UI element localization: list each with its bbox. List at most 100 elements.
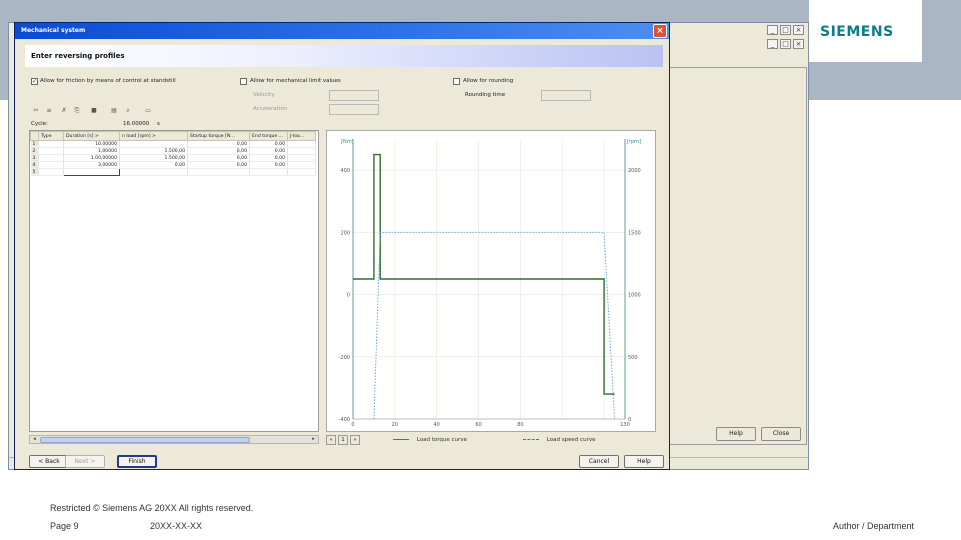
duration-cell[interactable]: 1.00,00000 — [63, 154, 120, 162]
inertia-cell[interactable] — [287, 147, 316, 155]
scrollbar-thumb[interactable] — [40, 437, 250, 443]
mechanical-limits-checkbox[interactable] — [240, 78, 247, 85]
end-torque-cell[interactable] — [249, 168, 288, 176]
scroll-left-icon[interactable]: ◂ — [30, 436, 39, 443]
print-icon[interactable]: ▭ — [143, 106, 153, 115]
speed-cell[interactable]: 1.500,00 — [119, 147, 188, 155]
help-button[interactable]: Help — [624, 455, 664, 468]
left-axis-label: [Nm] — [341, 139, 354, 145]
table-row[interactable]: 5 — [30, 168, 316, 176]
duration-cell[interactable]: 10,00000 — [63, 140, 120, 148]
acceleration-label: Acceleration — [253, 106, 288, 112]
load-speed-curve — [373, 231, 615, 420]
column-header[interactable]: n load [rpm] > — [119, 131, 188, 141]
inertia-cell[interactable] — [287, 140, 316, 148]
row-index: 4 — [30, 161, 39, 169]
duration-cell-active[interactable] — [63, 168, 120, 176]
save-icon[interactable]: ■ — [89, 106, 99, 115]
type-cell[interactable] — [38, 140, 64, 148]
table-row[interactable]: 2 1,00000 1.500,00 0,00 0,00 — [30, 147, 316, 155]
right-axis-label: [rpm] — [627, 139, 641, 145]
left-tick-label: -200 — [339, 355, 350, 361]
legend-speed-label: Load speed curve — [546, 437, 596, 443]
duration-cell[interactable]: 3,00000 — [63, 161, 120, 169]
acceleration-field[interactable] — [329, 104, 379, 115]
table-row[interactable]: 3 1.00,00000 1.500,00 0,00 0,00 — [30, 154, 316, 162]
table-row[interactable]: 4 3,00000 0,00 0,00 0,00 — [30, 161, 316, 169]
right-tick-label: 1500 — [628, 230, 641, 236]
velocity-field[interactable] — [329, 90, 379, 101]
table-header-row: Type Duration [s] > n load [rpm] > Start… — [30, 131, 316, 141]
close-icon[interactable]: × — [793, 25, 804, 35]
cancel-button[interactable]: Cancel — [579, 455, 619, 468]
scroll-right-icon[interactable]: ▸ — [309, 436, 318, 443]
background-help-button[interactable]: Help — [716, 427, 756, 441]
type-cell[interactable] — [38, 161, 64, 169]
column-header[interactable]: J-loa... — [287, 131, 316, 141]
table-horizontal-scrollbar[interactable]: ◂ ▸ — [29, 435, 319, 444]
inertia-cell[interactable] — [287, 161, 316, 169]
column-header[interactable]: End torque ... — [249, 131, 288, 141]
end-torque-cell[interactable]: 0,00 — [249, 154, 288, 162]
right-tick-label: 500 — [628, 355, 638, 361]
x-tick-label: 130 — [620, 422, 630, 428]
prev-page-button[interactable]: « — [326, 435, 336, 445]
child-window-controls: _ □ × — [767, 39, 804, 49]
start-torque-cell[interactable]: 0,00 — [187, 161, 250, 169]
friction-label: Allow for friction by means of control a… — [40, 78, 176, 84]
cut-icon[interactable]: ✂ — [31, 106, 41, 115]
friction-checkbox[interactable]: ✓ — [31, 78, 38, 85]
speed-cell[interactable] — [119, 140, 188, 148]
next-button[interactable]: Next > — [65, 455, 105, 468]
column-header[interactable]: Startup torque [N... — [187, 131, 250, 141]
minimize-icon[interactable]: _ — [767, 25, 778, 35]
back-button[interactable]: < Back — [29, 455, 69, 468]
start-torque-cell[interactable]: 0,00 — [187, 147, 250, 155]
left-tick-label: 400 — [340, 168, 350, 174]
insert-row-icon[interactable]: ≡ — [44, 106, 54, 115]
paste-icon[interactable]: ⎘ — [72, 106, 82, 115]
end-torque-cell[interactable]: 0,00 — [249, 161, 288, 169]
speed-cell[interactable]: 1.500,00 — [119, 154, 188, 162]
profile-chart: [Nm] [rpm] 400 200 0 -200 -400 2000 1500 1000 500 0… — [326, 130, 656, 432]
row-index: 2 — [30, 147, 39, 155]
import-icon[interactable]: ▤ — [109, 106, 119, 115]
page-number[interactable]: 1 — [338, 435, 348, 445]
start-torque-cell[interactable] — [187, 168, 250, 176]
maximize-icon[interactable]: □ — [780, 25, 791, 35]
start-torque-cell[interactable]: 0,00 — [187, 154, 250, 162]
delete-row-icon[interactable]: ✗ — [59, 106, 69, 115]
minimize-icon[interactable]: _ — [767, 39, 778, 49]
finish-button[interactable]: Finish — [117, 455, 157, 468]
type-cell[interactable] — [38, 168, 64, 176]
close-icon[interactable]: × — [793, 39, 804, 49]
column-header[interactable]: Type — [38, 131, 64, 141]
legend-solid-line — [393, 439, 409, 440]
column-header[interactable]: Duration [s] > — [63, 131, 120, 141]
load-torque-curve — [353, 153, 615, 395]
speed-cell[interactable] — [119, 168, 188, 176]
close-icon[interactable]: × — [653, 24, 667, 38]
zoom-icon[interactable]: ⌕ — [123, 106, 133, 115]
table-row[interactable]: 1 10,00000 0,00 0,00 — [30, 140, 316, 148]
profile-table: Type Duration [s] > n load [rpm] > Start… — [29, 130, 319, 432]
x-tick-label: 40 — [434, 422, 440, 428]
inertia-cell[interactable] — [287, 154, 316, 162]
type-cell[interactable] — [38, 154, 64, 162]
next-page-button[interactable]: » — [350, 435, 360, 445]
background-close-button[interactable]: Close — [761, 427, 801, 441]
type-cell[interactable] — [38, 147, 64, 155]
end-torque-cell[interactable]: 0,00 — [249, 140, 288, 148]
cycle-value: 16.00000 — [123, 121, 150, 127]
velocity-label: Velocity — [253, 92, 275, 98]
end-torque-cell[interactable]: 0,00 — [249, 147, 288, 155]
restore-icon[interactable]: □ — [780, 39, 791, 49]
rounding-time-field[interactable] — [541, 90, 591, 101]
start-torque-cell[interactable]: 0,00 — [187, 140, 250, 148]
row-index: 1 — [30, 140, 39, 148]
duration-cell[interactable]: 1,00000 — [63, 147, 120, 155]
inertia-cell[interactable] — [287, 168, 316, 176]
legend-torque-label: Load torque curve — [416, 437, 467, 443]
rounding-checkbox[interactable] — [453, 78, 460, 85]
speed-cell[interactable]: 0,00 — [119, 161, 188, 169]
